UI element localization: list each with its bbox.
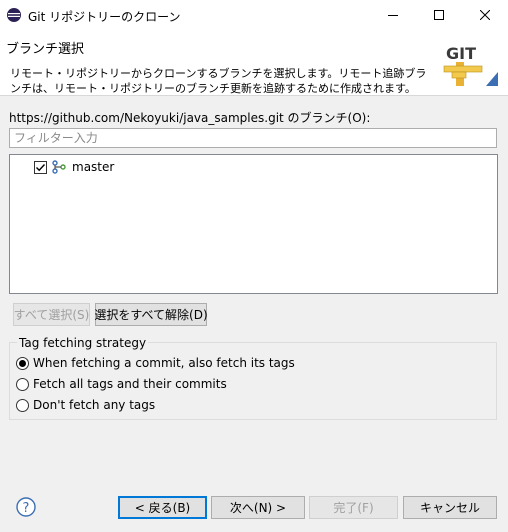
branch-name: master (72, 160, 115, 174)
branch-checkbox[interactable] (34, 160, 47, 174)
header-banner: ブランチ選択 リモート・リポジトリーからクローンするブランチを選択します。リモー… (0, 30, 508, 96)
select-all-button[interactable]: すべて選択(S) (13, 303, 90, 326)
minimize-icon (388, 15, 398, 16)
branch-tree[interactable]: master (9, 154, 498, 294)
radio-no-tags[interactable]: Don't fetch any tags (16, 397, 155, 413)
close-button[interactable] (462, 0, 508, 30)
git-logo-text: GIT (446, 44, 476, 63)
page-description: リモート・リポジトリーからクローンするブランチを選択します。リモート追跡ブランチ… (10, 67, 427, 95)
branch-icon (51, 159, 67, 175)
back-button[interactable]: < 戻る(B) (118, 496, 207, 519)
maximize-icon (434, 10, 444, 20)
tag-strategy-legend: Tag fetching strategy (17, 336, 149, 350)
branch-row-master[interactable]: master (34, 158, 114, 176)
deselect-all-button[interactable]: 選択をすべて解除(D) (94, 303, 208, 326)
next-button[interactable]: 次へ(N) > (211, 496, 305, 519)
window-title: Git リポジトリーのクローン (28, 10, 181, 24)
help-icon[interactable]: ? (16, 497, 36, 517)
radio-label: Don't fetch any tags (33, 398, 156, 412)
radio-label: When fetching a commit, also fetch its t… (33, 356, 295, 370)
close-icon (480, 10, 490, 20)
cancel-button[interactable]: キャンセル (403, 496, 497, 519)
radio-label: Fetch all tags and their commits (33, 377, 227, 391)
radio-fetch-commit-tags[interactable]: When fetching a commit, also fetch its t… (16, 355, 295, 371)
radio-fetch-all-tags[interactable]: Fetch all tags and their commits (16, 376, 227, 392)
svg-text:?: ? (23, 501, 30, 516)
page-title: ブランチ選択 (6, 42, 85, 57)
title-bar: Git リポジトリーのクローン (0, 0, 508, 30)
radio-button[interactable] (16, 377, 29, 391)
minimize-button[interactable] (370, 0, 416, 30)
filter-input[interactable] (9, 128, 497, 148)
eclipse-icon (6, 7, 22, 23)
finish-button[interactable]: 完了(F) (309, 496, 398, 519)
branches-label: https://github.com/Nekoyuki/java_samples… (9, 111, 371, 125)
maximize-button[interactable] (416, 0, 462, 30)
git-logo-icon: GIT (442, 42, 498, 86)
check-icon (36, 163, 46, 171)
radio-button[interactable] (16, 356, 29, 370)
clone-dialog: Git リポジトリーのクローン ブランチ選択 リモート・リポジトリーからクローン… (0, 0, 508, 532)
radio-button[interactable] (16, 398, 29, 412)
